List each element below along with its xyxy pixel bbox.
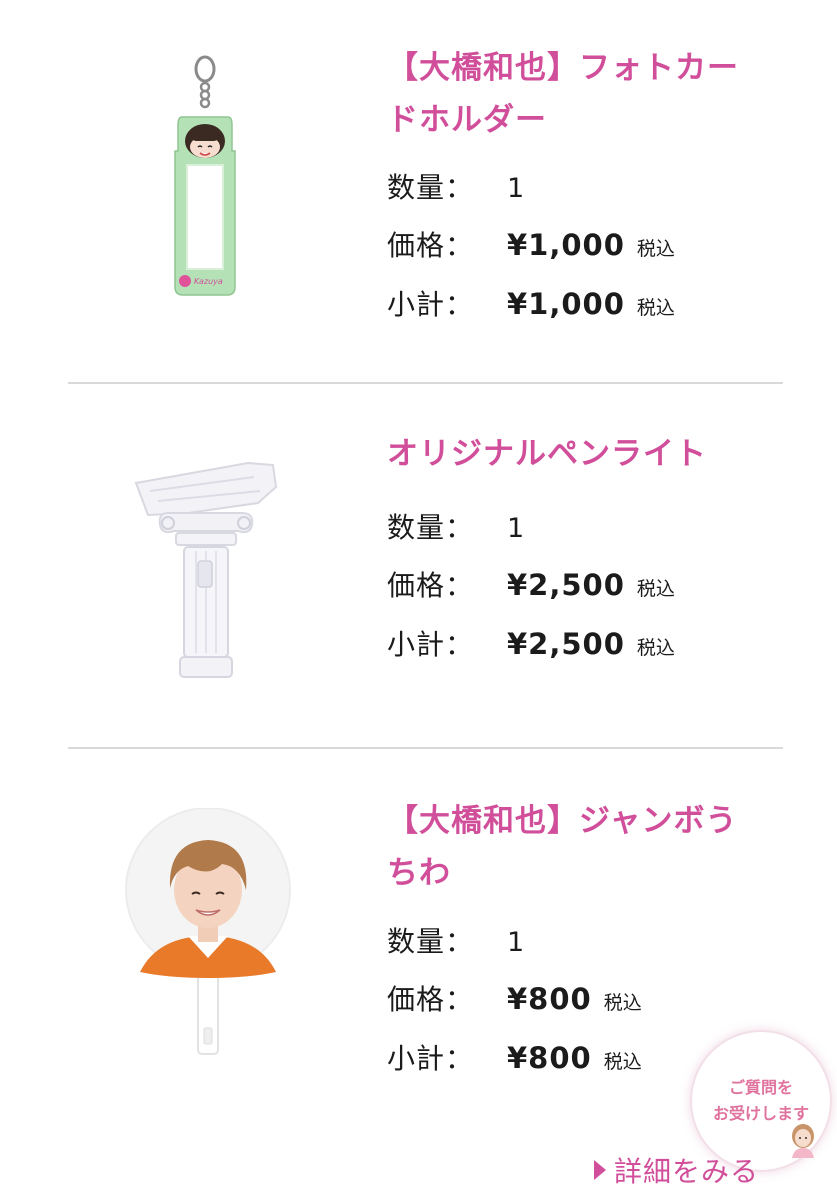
subtotal-label: 小計： (387, 628, 475, 661)
subtotal-row: 小計： ¥1,000 税込 (387, 283, 675, 323)
price-label: 価格： (387, 983, 475, 1016)
price-label: 価格： (387, 569, 475, 602)
tax-included-label: 税込 (636, 637, 675, 659)
item-title[interactable]: 【大橋和也】フォトカー ドホルダー (387, 42, 777, 146)
quantity-row: 数量： 1 (387, 920, 524, 960)
price-label: 価格： (387, 229, 475, 262)
tax-included-label: 税込 (603, 1051, 642, 1073)
price-value: ¥1,000 (507, 228, 625, 262)
item-title-line: 【大橋和也】ジャンボう (387, 803, 738, 839)
price-value: ¥800 (507, 982, 592, 1016)
item-title[interactable]: オリジナルペンライト (387, 428, 777, 480)
subtotal-label: 小計： (387, 1042, 475, 1075)
divider (68, 747, 783, 749)
triangle-right-icon (594, 1160, 606, 1180)
chat-bubble-text-line1: ご質問を (728, 1078, 793, 1097)
item-title-line: オリジナルペンライト (387, 436, 707, 472)
subtotal-value: ¥1,000 (507, 287, 625, 321)
quantity-value: 1 (507, 513, 525, 544)
tax-included-label: 税込 (636, 238, 675, 260)
tax-included-label: 税込 (603, 992, 642, 1014)
quantity-value: 1 (507, 927, 525, 958)
subtotal-value: ¥2,500 (507, 627, 625, 661)
subtotal-label: 小計： (387, 288, 475, 321)
item-title[interactable]: 【大橋和也】ジャンボう ちわ (387, 795, 777, 899)
quantity-row: 数量： 1 (387, 166, 524, 206)
subtotal-value: ¥800 (507, 1041, 592, 1075)
view-details-label: 詳細をみる (614, 1155, 760, 1188)
item-title-line: 【大橋和也】フォトカー (387, 50, 739, 86)
quantity-label: 数量： (387, 925, 475, 958)
price-row: 価格： ¥800 税込 (387, 978, 642, 1018)
divider (68, 382, 783, 384)
svg-text:Kazuya: Kazuya (194, 277, 223, 286)
quantity-value: 1 (507, 173, 525, 204)
price-row: 価格： ¥1,000 税込 (387, 224, 675, 264)
quantity-label: 数量： (387, 511, 475, 544)
quantity-row: 数量： 1 (387, 506, 524, 546)
item-title-line: ちわ (387, 855, 451, 891)
tax-included-label: 税込 (636, 297, 675, 319)
jumbo-uchiwa-image[interactable] (118, 807, 298, 1058)
subtotal-row: 小計： ¥800 税込 (387, 1037, 642, 1077)
item-title-line: ドホルダー (387, 102, 547, 138)
assistant-avatar-icon (788, 1122, 818, 1158)
quantity-label: 数量： (387, 171, 475, 204)
subtotal-row: 小計： ¥2,500 税込 (387, 623, 675, 663)
view-details-link[interactable]: 詳細をみる (594, 1150, 759, 1190)
price-value: ¥2,500 (507, 568, 625, 602)
price-row: 価格： ¥2,500 税込 (387, 564, 675, 604)
tax-included-label: 税込 (636, 578, 675, 600)
penlight-image[interactable] (128, 455, 283, 685)
photo-card-holder-image[interactable]: Kazuya (160, 55, 250, 300)
chat-bubble-text-line2: お受けします (712, 1104, 809, 1123)
